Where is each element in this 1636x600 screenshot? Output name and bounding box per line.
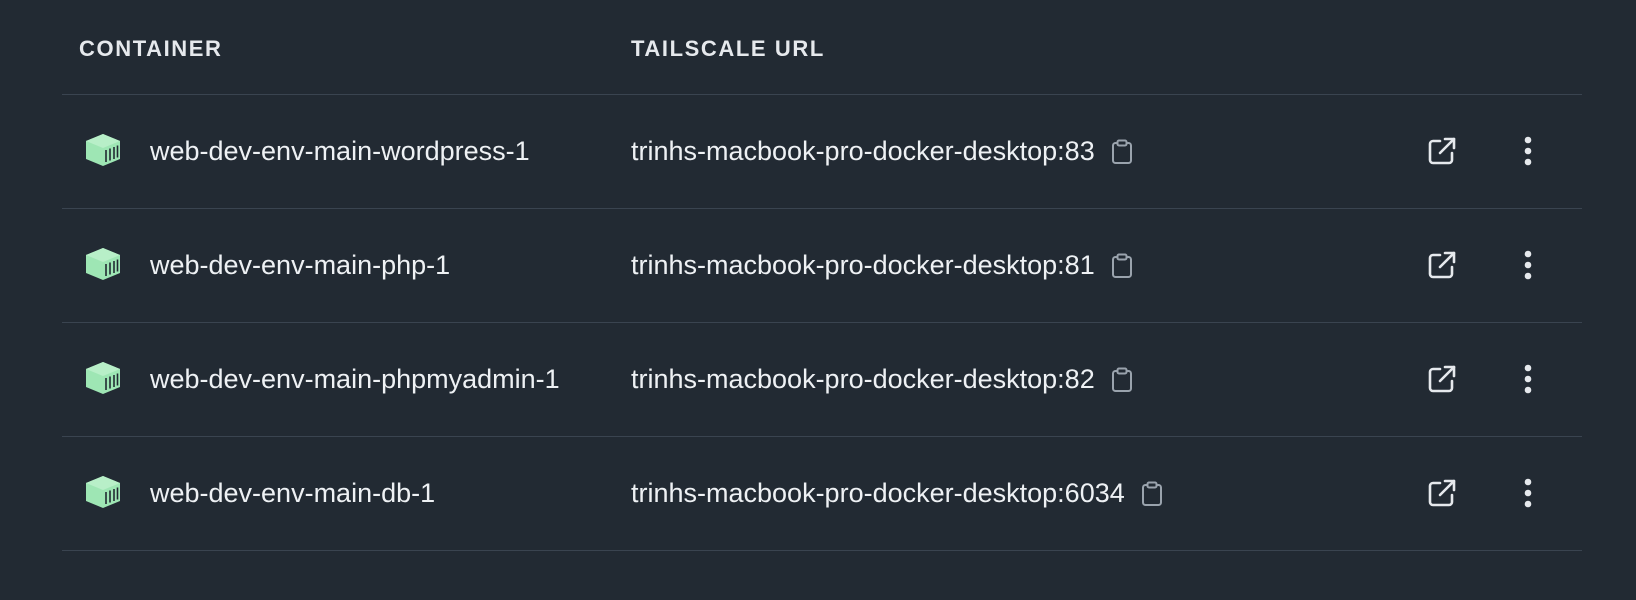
clipboard-icon[interactable] (1139, 479, 1165, 509)
clipboard-icon[interactable] (1109, 137, 1135, 167)
tailscale-url-cell: trinhs-macbook-pro-docker-desktop:81 (631, 209, 1135, 322)
containers-table: CONTAINER TAILSCALE URL web-dev-env-main… (62, 0, 1582, 551)
container-icon (84, 133, 122, 167)
container-name: web-dev-env-main-phpmyadmin-1 (150, 364, 560, 394)
more-vertical-icon[interactable] (1518, 475, 1538, 511)
column-header-container: CONTAINER (79, 36, 223, 61)
container-icon (84, 247, 122, 281)
more-vertical-icon[interactable] (1518, 361, 1538, 397)
external-link-icon[interactable] (1424, 361, 1460, 397)
external-link-icon[interactable] (1424, 133, 1460, 169)
tailscale-url: trinhs-macbook-pro-docker-desktop:81 (631, 250, 1095, 280)
tailscale-url: trinhs-macbook-pro-docker-desktop:82 (631, 364, 1095, 394)
more-vertical-icon[interactable] (1518, 247, 1538, 283)
container-name: web-dev-env-main-php-1 (150, 250, 451, 280)
table-row: web-dev-env-main-php-1 trinhs-macbook-pr… (62, 209, 1582, 323)
table-row: web-dev-env-main-wordpress-1 trinhs-macb… (62, 95, 1582, 209)
tailscale-url-cell: trinhs-macbook-pro-docker-desktop:6034 (631, 437, 1165, 550)
column-header-tailscale-url: TAILSCALE URL (631, 36, 825, 61)
container-icon (84, 475, 122, 509)
external-link-icon[interactable] (1424, 247, 1460, 283)
tailscale-url-cell: trinhs-macbook-pro-docker-desktop:83 (631, 95, 1135, 208)
table-header: CONTAINER TAILSCALE URL (62, 0, 1582, 95)
more-vertical-icon[interactable] (1518, 133, 1538, 169)
tailscale-url-cell: trinhs-macbook-pro-docker-desktop:82 (631, 323, 1135, 436)
tailscale-url: trinhs-macbook-pro-docker-desktop:6034 (631, 478, 1125, 508)
clipboard-icon[interactable] (1109, 251, 1135, 281)
external-link-icon[interactable] (1424, 475, 1460, 511)
clipboard-icon[interactable] (1109, 365, 1135, 395)
tailscale-url: trinhs-macbook-pro-docker-desktop:83 (631, 136, 1095, 166)
table-row: web-dev-env-main-phpmyadmin-1 trinhs-mac… (62, 323, 1582, 437)
container-icon (84, 361, 122, 395)
container-name: web-dev-env-main-db-1 (150, 478, 436, 508)
table-row: web-dev-env-main-db-1 trinhs-macbook-pro… (62, 437, 1582, 551)
container-name: web-dev-env-main-wordpress-1 (150, 136, 530, 166)
